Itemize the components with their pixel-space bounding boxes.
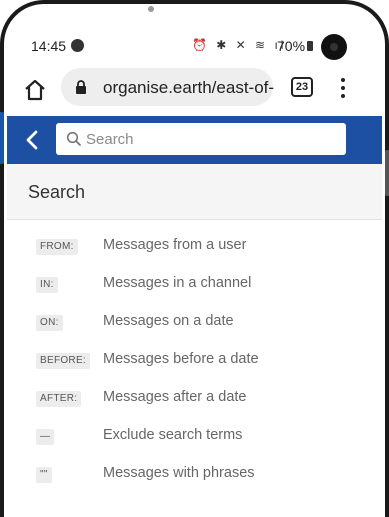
hint-description: Messages on a date — [103, 313, 234, 329]
hint-row-in[interactable]: IN: Messages in a channel — [7, 270, 382, 300]
address-bar[interactable]: organise.earth/east-of- — [61, 68, 275, 106]
search-section-header: Search — [7, 164, 382, 220]
hint-description: Messages after a date — [103, 389, 247, 405]
section-title: Search — [28, 182, 86, 202]
app-header — [7, 116, 382, 164]
hint-tag: FROM: — [36, 239, 78, 255]
camera-hole — [321, 34, 347, 60]
search-box — [56, 123, 346, 155]
hint-row-after[interactable]: AFTER: Messages after a date — [7, 384, 382, 414]
hint-description: Messages in a channel — [103, 275, 252, 291]
status-icons: ⏰ ✱ ✕ ≋ ıl — [192, 38, 287, 52]
back-arrow-icon[interactable] — [19, 126, 45, 154]
hint-tag: ON: — [36, 315, 63, 331]
hint-row-phrases[interactable]: "" Messages with phrases — [7, 460, 382, 490]
hint-description: Exclude search terms — [103, 427, 243, 443]
more-menu-icon[interactable] — [335, 76, 351, 100]
hint-tag: BEFORE: — [36, 353, 90, 369]
search-icon — [66, 131, 81, 146]
hint-description: Messages from a user — [103, 237, 247, 253]
home-icon[interactable] — [21, 76, 49, 104]
hint-description: Messages before a date — [103, 351, 259, 367]
browser-toolbar: organise.earth/east-of- 23 — [7, 68, 382, 116]
url-text: organise.earth/east-of- — [103, 78, 275, 97]
top-sensor — [148, 6, 154, 12]
hint-row-on[interactable]: ON: Messages on a date — [7, 308, 382, 338]
hint-tag: — — [36, 429, 55, 445]
hint-row-before[interactable]: BEFORE: Messages before a date — [7, 346, 382, 376]
status-bar: 14:45 ⏰ ✱ ✕ ≋ ıl 70% — [7, 10, 382, 68]
search-input[interactable] — [86, 123, 336, 155]
hint-tag: "" — [36, 467, 52, 483]
lock-icon — [76, 80, 86, 94]
side-button-right — [385, 150, 389, 196]
phone-screen: 14:45 ⏰ ✱ ✕ ≋ ıl 70% organise.earth/east… — [7, 10, 382, 517]
tab-count-button[interactable]: 23 — [291, 77, 313, 97]
hint-tag: IN: — [36, 277, 58, 293]
sync-icon — [71, 39, 84, 52]
battery-icon — [307, 41, 313, 51]
hint-row-exclude[interactable]: — Exclude search terms — [7, 422, 382, 452]
status-time: 14:45 — [31, 38, 67, 54]
hint-row-from[interactable]: FROM: Messages from a user — [7, 232, 382, 262]
hint-tag: AFTER: — [36, 391, 82, 407]
side-button-left — [0, 112, 4, 164]
battery-percent: 70% — [277, 38, 306, 54]
hint-description: Messages with phrases — [103, 465, 255, 481]
